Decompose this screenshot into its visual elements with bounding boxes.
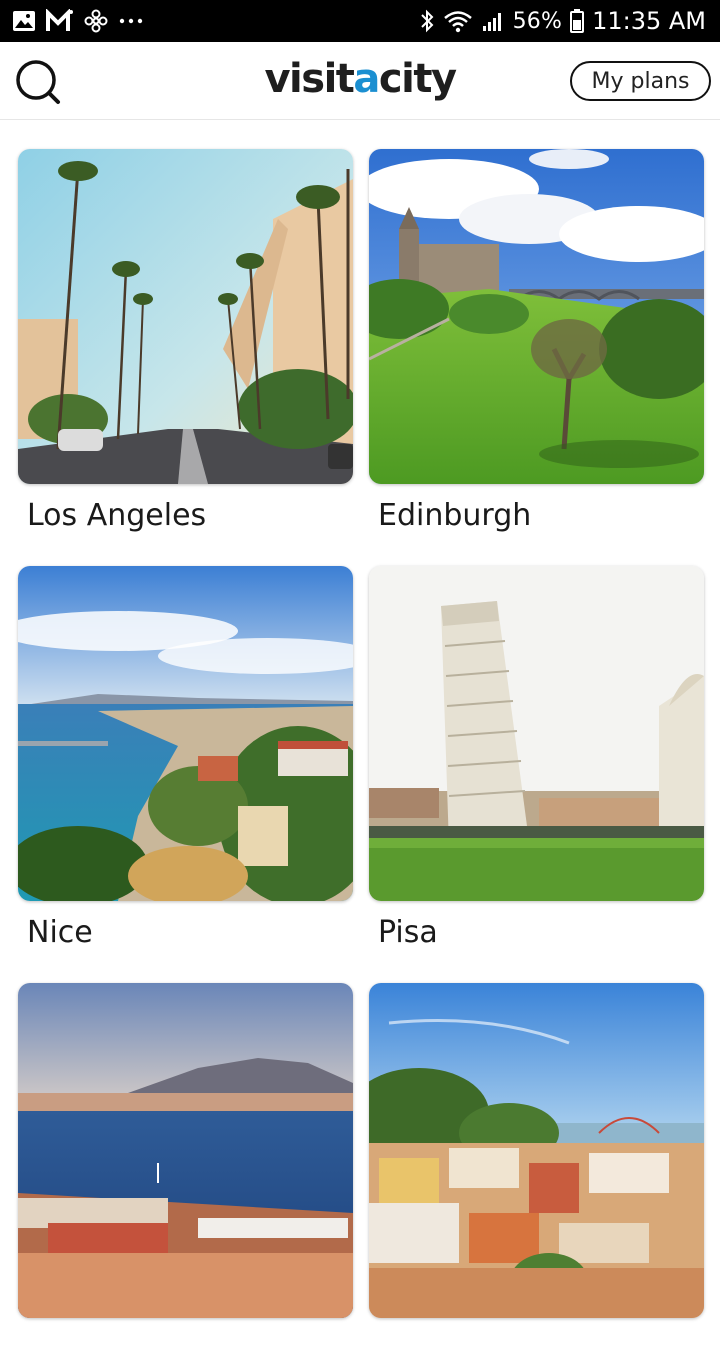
city-photo[interactable] xyxy=(18,149,353,484)
logo-text-accent: a xyxy=(353,56,380,102)
gmail-icon xyxy=(46,9,73,31)
city-name: Los Angeles xyxy=(27,498,207,533)
city-name xyxy=(18,1328,353,1372)
city-name: Edinburgh xyxy=(378,498,532,533)
city-photo[interactable] xyxy=(18,566,353,901)
signal-icon xyxy=(482,13,501,31)
city-card-los-angeles[interactable]: Los Angeles xyxy=(18,149,353,538)
my-plans-button[interactable]: My plans xyxy=(570,61,711,101)
status-bar: 56% 11:35 AM xyxy=(0,0,720,42)
city-card-6[interactable] xyxy=(369,983,704,1372)
status-bar-right: 56% 11:35 AM xyxy=(419,7,706,35)
city-photo[interactable] xyxy=(369,983,704,1318)
pisa-photo xyxy=(369,566,704,901)
logo-text-end: city xyxy=(378,56,457,102)
clock: 11:35 AM xyxy=(592,7,706,35)
city-name: Pisa xyxy=(378,915,438,950)
city-name: Nice xyxy=(27,915,93,950)
city-card-pisa[interactable]: Pisa xyxy=(369,566,704,955)
bluetooth-icon xyxy=(420,9,433,33)
city-name xyxy=(369,1328,704,1372)
city-photo[interactable] xyxy=(18,983,353,1318)
app-header: visitacity My plans xyxy=(0,42,720,120)
city-card-5[interactable] xyxy=(18,983,353,1372)
bay-city-photo xyxy=(18,983,353,1318)
city-card-nice[interactable]: Nice xyxy=(18,566,353,955)
fan-icon xyxy=(84,9,108,33)
battery-icon xyxy=(570,9,585,33)
status-bar-left xyxy=(12,9,144,33)
gallery-icon xyxy=(13,11,35,31)
city-photo[interactable] xyxy=(369,149,704,484)
hillside-city-photo xyxy=(369,983,704,1318)
battery-percent: 56% xyxy=(512,8,563,34)
logo-text-start: visit xyxy=(264,56,354,102)
los-angeles-photo xyxy=(18,149,353,484)
nice-photo xyxy=(18,566,353,901)
wifi-icon xyxy=(443,11,472,33)
edinburgh-photo xyxy=(369,149,704,484)
city-card-edinburgh[interactable]: Edinburgh xyxy=(369,149,704,538)
more-dots-icon xyxy=(119,18,143,24)
city-photo[interactable] xyxy=(369,566,704,901)
